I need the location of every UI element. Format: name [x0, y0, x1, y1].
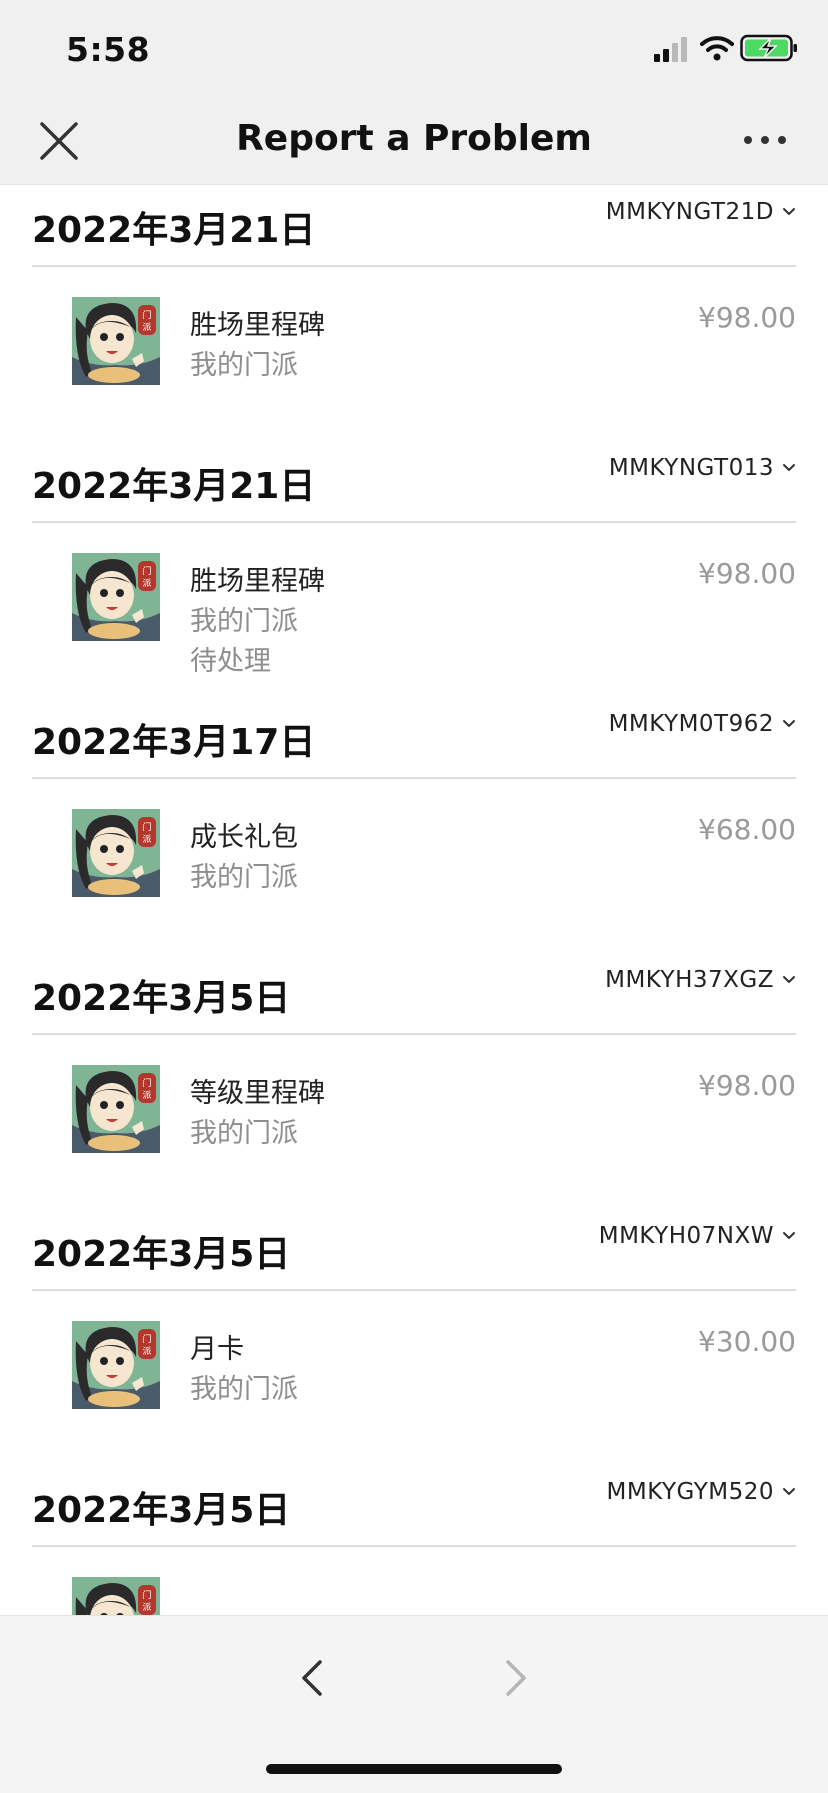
app-name: 我的门派 [190, 606, 298, 637]
home-indicator [266, 1764, 562, 1774]
wifi-icon [700, 36, 734, 61]
app-icon: 门 派 [72, 809, 160, 897]
order-id-label: MMKYNGT013 [608, 455, 774, 481]
app-icon: 门 派 [72, 1577, 160, 1615]
chevron-down-icon [783, 720, 795, 727]
order-id-label: MMKYH07NXW [598, 1223, 774, 1249]
chevron-down-icon [783, 1488, 795, 1495]
app-name: 我的门派 [190, 1118, 298, 1149]
chevron-down-icon [783, 208, 795, 215]
svg-text:门: 门 [142, 565, 151, 577]
order-date: 2022年3月5日 [32, 1234, 291, 1275]
item-price: ¥98.00 [698, 1069, 796, 1102]
order-row: 2022年3月5日 MMKYH37XGZ 门 派 等级里程碑 我的门派 ¥98.… [0, 953, 828, 1209]
order-id-dropdown[interactable]: MMKYM0T962 [609, 711, 796, 737]
svg-text:派: 派 [142, 834, 151, 845]
app-name: 我的门派 [190, 862, 298, 893]
order-date: 2022年3月21日 [32, 466, 316, 507]
divider [32, 1545, 796, 1547]
order-id-dropdown[interactable]: MMKYNGT013 [609, 455, 796, 481]
svg-text:派: 派 [142, 1346, 151, 1357]
order-date: 2022年3月21日 [32, 210, 316, 251]
chevron-down-icon [783, 464, 795, 471]
svg-text:派: 派 [142, 1602, 151, 1613]
order-date: 2022年3月5日 [32, 1490, 291, 1531]
order-id-label: MMKYNGT21D [605, 199, 774, 225]
order-row: 2022年3月5日 MMKYGYM520 门 派 [0, 1465, 828, 1615]
svg-text:门: 门 [142, 1589, 151, 1601]
battery-charging-icon [740, 34, 797, 62]
order-date: 2022年3月17日 [32, 722, 316, 763]
chevron-down-icon [783, 976, 795, 983]
item-name: 成长礼包 [190, 822, 298, 853]
svg-text:派: 派 [142, 578, 151, 589]
app-icon: 门 派 [72, 1321, 160, 1409]
item-price: ¥30.00 [698, 1325, 796, 1358]
order-row: 2022年3月21日 MMKYNGT013 门 派 胜场里程碑 我的门派 待处理… [0, 441, 828, 697]
app-icon: 门 派 [72, 553, 160, 641]
order-id-dropdown[interactable]: MMKYH07NXW [599, 1223, 796, 1249]
item-name: 月卡 [190, 1334, 244, 1365]
more-icon[interactable] [740, 130, 790, 150]
item-price: ¥98.00 [698, 557, 796, 590]
status-time: 5:58 [66, 30, 151, 69]
svg-text:派: 派 [142, 1090, 151, 1101]
app-name: 我的门派 [190, 1374, 298, 1405]
order-id-dropdown[interactable]: MMKYNGT21D [606, 199, 796, 225]
order-id-label: MMKYGYM520 [606, 1479, 774, 1505]
item-price: ¥68.00 [698, 813, 796, 846]
navigation-bar: Report a Problem [0, 100, 828, 185]
status-bar: 5:58 [0, 0, 828, 100]
divider [32, 521, 796, 523]
order-id-label: MMKYM0T962 [608, 711, 774, 737]
app-icon: 门 派 [72, 1065, 160, 1153]
divider [32, 1289, 796, 1291]
order-date: 2022年3月5日 [32, 978, 291, 1019]
item-name: 胜场里程碑 [190, 566, 325, 597]
order-id-label: MMKYH37XGZ [605, 967, 774, 993]
order-id-dropdown[interactable]: MMKYH37XGZ [605, 967, 796, 993]
svg-text:门: 门 [142, 1333, 151, 1345]
order-id-dropdown[interactable]: MMKYGYM520 [607, 1479, 796, 1505]
app-icon: 门 派 [72, 297, 160, 385]
order-row: 2022年3月5日 MMKYH07NXW 门 派 月卡 我的门派 ¥30.00 [0, 1209, 828, 1465]
item-name: 胜场里程碑 [190, 310, 325, 341]
divider [32, 265, 796, 267]
order-row: 2022年3月21日 MMKYNGT21D 门 派 胜场里程碑 我的门派 ¥98… [0, 185, 828, 441]
app-name: 我的门派 [190, 350, 298, 381]
svg-text:门: 门 [142, 821, 151, 833]
order-row: 2022年3月17日 MMKYM0T962 门 派 成长礼包 我的门派 ¥68.… [0, 697, 828, 953]
svg-text:门: 门 [142, 309, 151, 321]
purchase-history-list: 2022年3月21日 MMKYNGT21D 门 派 胜场里程碑 我的门派 ¥98… [0, 185, 828, 1615]
divider [32, 777, 796, 779]
svg-text:派: 派 [142, 322, 151, 333]
page-title: Report a Problem [236, 118, 592, 159]
order-status: 待处理 [190, 646, 271, 677]
item-name: 等级里程碑 [190, 1078, 325, 1109]
cellular-signal-icon [654, 37, 687, 62]
chevron-down-icon [783, 1232, 795, 1239]
divider [32, 1033, 796, 1035]
item-price: ¥98.00 [698, 301, 796, 334]
chevron-left-icon[interactable] [296, 1656, 328, 1700]
chevron-right-icon[interactable] [500, 1656, 532, 1700]
svg-text:门: 门 [142, 1077, 151, 1089]
